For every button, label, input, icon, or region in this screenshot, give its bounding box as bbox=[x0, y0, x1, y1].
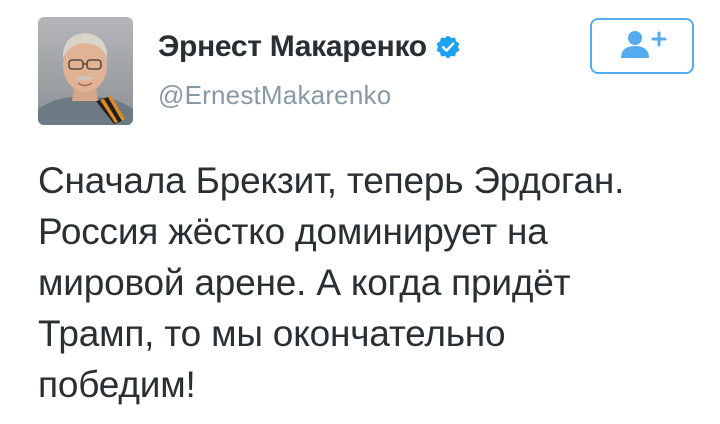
avatar[interactable] bbox=[38, 17, 133, 125]
follow-button[interactable] bbox=[590, 18, 694, 74]
author-header: Эрнест Макаренко bbox=[158, 30, 461, 64]
follow-user-icon bbox=[617, 28, 667, 65]
author-display-name[interactable]: Эрнест Макаренко bbox=[158, 30, 427, 64]
tweet-card: Эрнест Макаренко @ErnestMakarenko Сначал… bbox=[0, 0, 720, 424]
tweet-text: Сначала Брекзит, теперь Эрдоган. Россия … bbox=[38, 160, 625, 405]
author-username[interactable]: @ErnestMakarenko bbox=[158, 80, 391, 111]
verified-badge-icon bbox=[435, 34, 461, 60]
avatar-photo bbox=[38, 33, 133, 125]
